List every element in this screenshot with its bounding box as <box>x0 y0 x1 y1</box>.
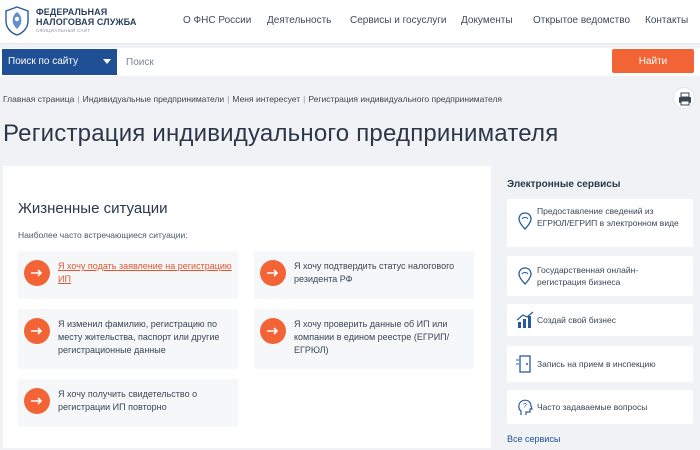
service-label: Часто задаваемые вопросы <box>537 402 648 412</box>
breadcrumb-home[interactable]: Главная страница <box>3 94 74 104</box>
situation-card[interactable]: Я хочу подать заявление на регистрацию И… <box>18 251 238 299</box>
nav-open-agency[interactable]: Открытое ведомство <box>533 15 630 26</box>
search-scope-select[interactable]: Поиск по сайту <box>2 49 117 75</box>
service-card-faq[interactable]: ? Часто задаваемые вопросы <box>507 390 693 424</box>
arrow-right-icon <box>24 318 50 344</box>
service-label: Предоставление сведений из ЕГРЮЛ/ЕГРИП в… <box>537 206 679 228</box>
chevron-down-icon <box>103 59 111 64</box>
org-name[interactable]: ФЕДЕРАЛЬНАЯ НАЛОГОВАЯ СЛУЖБА ОФИЦИАЛЬНЫЙ… <box>36 7 136 34</box>
situation-card[interactable]: Я хочу получить свидетельство о регистра… <box>18 379 238 427</box>
breadcrumb-ip[interactable]: Индивидуальные предприниматели <box>83 94 225 104</box>
situation-card[interactable]: Я изменил фамилию, регистрацию по месту … <box>18 309 238 369</box>
service-card-egrul[interactable]: Предоставление сведений из ЕГРЮЛ/ЕГРИП в… <box>507 199 693 247</box>
situation-card[interactable]: Я хочу проверить данные об ИП или компан… <box>254 309 474 369</box>
service-label: Запись на прием в инспекцию <box>537 359 656 369</box>
breadcrumb-separator: | <box>77 94 80 104</box>
breadcrumb-current: Регистрация индивидуального предпринимат… <box>308 94 503 104</box>
section-title: Жизненные ситуации <box>18 200 168 217</box>
arrow-right-icon <box>24 388 50 414</box>
page-title: Регистрация индивидуального предпринимат… <box>3 120 559 147</box>
service-card-online-registration[interactable]: Государственная онлайн-регистрация бизне… <box>507 256 693 296</box>
arrow-right-icon <box>260 260 286 286</box>
search-scope-label: Поиск по сайту <box>8 56 79 67</box>
growth-chart-icon <box>516 311 534 328</box>
location-pin-icon <box>518 267 532 285</box>
search-button[interactable]: Найти <box>612 49 694 73</box>
situation-label[interactable]: Я хочу подтвердить статус налогового рез… <box>294 260 470 286</box>
section-subtitle: Наиболее часто встречающиеся ситуации: <box>18 230 188 240</box>
nav-documents[interactable]: Документы <box>461 15 513 26</box>
search-input[interactable] <box>120 49 608 75</box>
arrow-right-icon <box>24 260 50 286</box>
breadcrumb-separator: | <box>303 94 306 104</box>
life-situations-panel: Жизненные ситуации Наиболее часто встреч… <box>3 166 491 448</box>
search-bar: Поиск по сайту Найти <box>0 48 700 76</box>
situation-label[interactable]: Я хочу проверить данные об ИП или компан… <box>294 318 470 357</box>
service-label: Государственная онлайн-регистрация бизне… <box>537 265 639 287</box>
nav-contacts[interactable]: Контакты <box>645 15 688 26</box>
nav-activity[interactable]: Деятельность <box>267 15 331 26</box>
breadcrumb-interest[interactable]: Меня интересует <box>232 94 300 104</box>
org-name-line1: ФЕДЕРАЛЬНАЯ <box>36 7 108 17</box>
site-header: ФЕДЕРАЛЬНАЯ НАЛОГОВАЯ СЛУЖБА ОФИЦИАЛЬНЫЙ… <box>0 0 700 44</box>
question-head-icon: ? <box>518 399 533 415</box>
location-pin-icon <box>518 212 532 230</box>
org-name-line2: НАЛОГОВАЯ СЛУЖБА <box>36 17 137 27</box>
sidebar-title: Электронные сервисы <box>507 179 621 190</box>
arrow-right-icon <box>260 318 286 344</box>
situation-label[interactable]: Я изменил фамилию, регистрацию по месту … <box>58 318 234 357</box>
printer-icon <box>679 92 691 106</box>
breadcrumb-separator: | <box>227 94 230 104</box>
service-label: Создай свой бизнес <box>537 315 616 325</box>
all-services-link[interactable]: Все сервисы <box>507 434 560 444</box>
service-card-appointment[interactable]: Запись на прием в инспекцию <box>507 346 693 382</box>
service-card-business[interactable]: Создай свой бизнес <box>507 304 693 336</box>
door-icon <box>516 355 531 373</box>
situation-label[interactable]: Я хочу подать заявление на регистрацию И… <box>58 260 234 286</box>
breadcrumb: Главная страница | Индивидуальные предприн… <box>3 94 502 104</box>
situation-card[interactable]: Я хочу подтвердить статус налогового рез… <box>254 251 474 299</box>
situation-label[interactable]: Я хочу получить свидетельство о регистра… <box>58 388 234 414</box>
nav-about[interactable]: О ФНС России <box>183 15 251 26</box>
print-button[interactable] <box>673 87 695 109</box>
org-subtitle: ОФИЦИАЛЬНЫЙ САЙТ <box>36 28 91 33</box>
nav-services[interactable]: Сервисы и госуслуги <box>350 15 447 26</box>
fns-emblem-icon[interactable] <box>4 6 30 36</box>
svg-text:?: ? <box>523 403 527 410</box>
